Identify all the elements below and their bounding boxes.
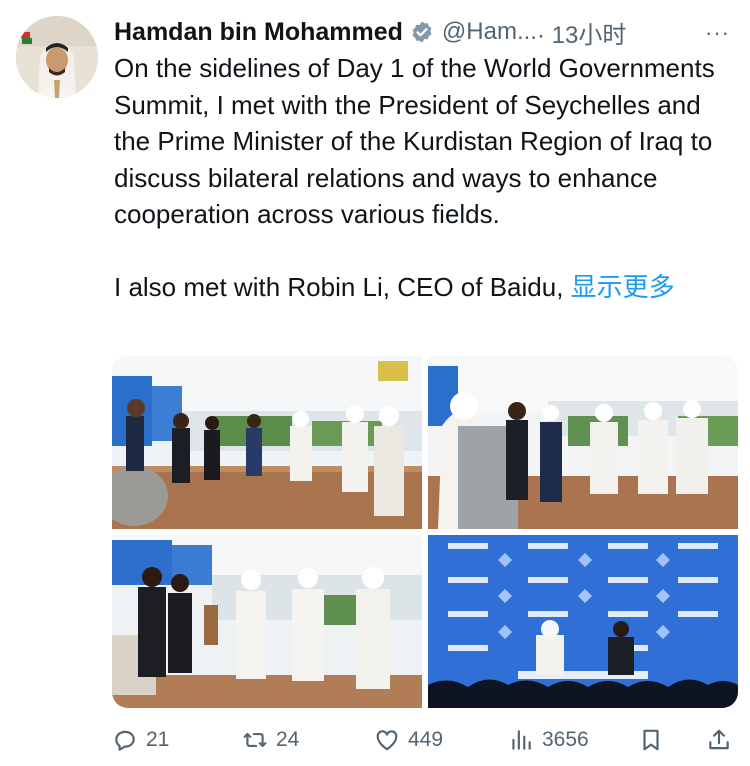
- tweet[interactable]: Hamdan bin Mohammed @Ham... · 13小时 ··· O…: [0, 0, 750, 766]
- reply-button[interactable]: 21: [112, 722, 169, 758]
- verified-badge-icon: [412, 21, 432, 43]
- avatar[interactable]: [16, 16, 98, 98]
- tweet-paragraph: On the sidelines of Day 1 of the World G…: [114, 53, 715, 229]
- reply-count: 21: [146, 728, 170, 751]
- reply-icon: [115, 730, 135, 751]
- meeting-photo[interactable]: [112, 356, 422, 529]
- timestamp[interactable]: · 13小时: [537, 15, 626, 50]
- tweet-paragraph-text: I also met with Robin Li, CEO of Baidu,: [114, 271, 564, 302]
- tweet-text: On the sidelines of Day 1 of the World G…: [114, 50, 734, 305]
- retweet-count: 24: [276, 728, 300, 751]
- meeting-photo[interactable]: [428, 356, 738, 529]
- bookmark-button[interactable]: [638, 722, 664, 758]
- retweet-button[interactable]: 24: [242, 722, 299, 758]
- views-button[interactable]: 3656: [508, 722, 589, 758]
- retweet-icon: [243, 732, 267, 748]
- bookmark-icon: [643, 729, 659, 751]
- heart-icon: [376, 730, 398, 751]
- author-name[interactable]: Hamdan bin Mohammed: [114, 18, 403, 47]
- author-handle[interactable]: @Ham...: [442, 18, 537, 46]
- share-button[interactable]: [706, 722, 732, 758]
- like-count: 449: [408, 728, 444, 751]
- view-count: 3656: [542, 728, 589, 751]
- like-button[interactable]: 449: [374, 722, 443, 758]
- meeting-photo[interactable]: [112, 535, 422, 708]
- show-more-link[interactable]: 显示更多: [571, 272, 675, 302]
- tweet-actions: 21 24 449 3656: [112, 722, 738, 758]
- views-chart-icon: [512, 730, 531, 750]
- tweet-header: Hamdan bin Mohammed @Ham... · 13小时 ···: [114, 12, 730, 52]
- more-options-button[interactable]: ···: [705, 20, 730, 46]
- photo-grid: [112, 356, 738, 708]
- stage-photo[interactable]: [428, 535, 738, 708]
- tweet-paragraph: I also met with Robin Li, CEO of Baidu, …: [114, 269, 734, 306]
- share-icon: [709, 729, 729, 750]
